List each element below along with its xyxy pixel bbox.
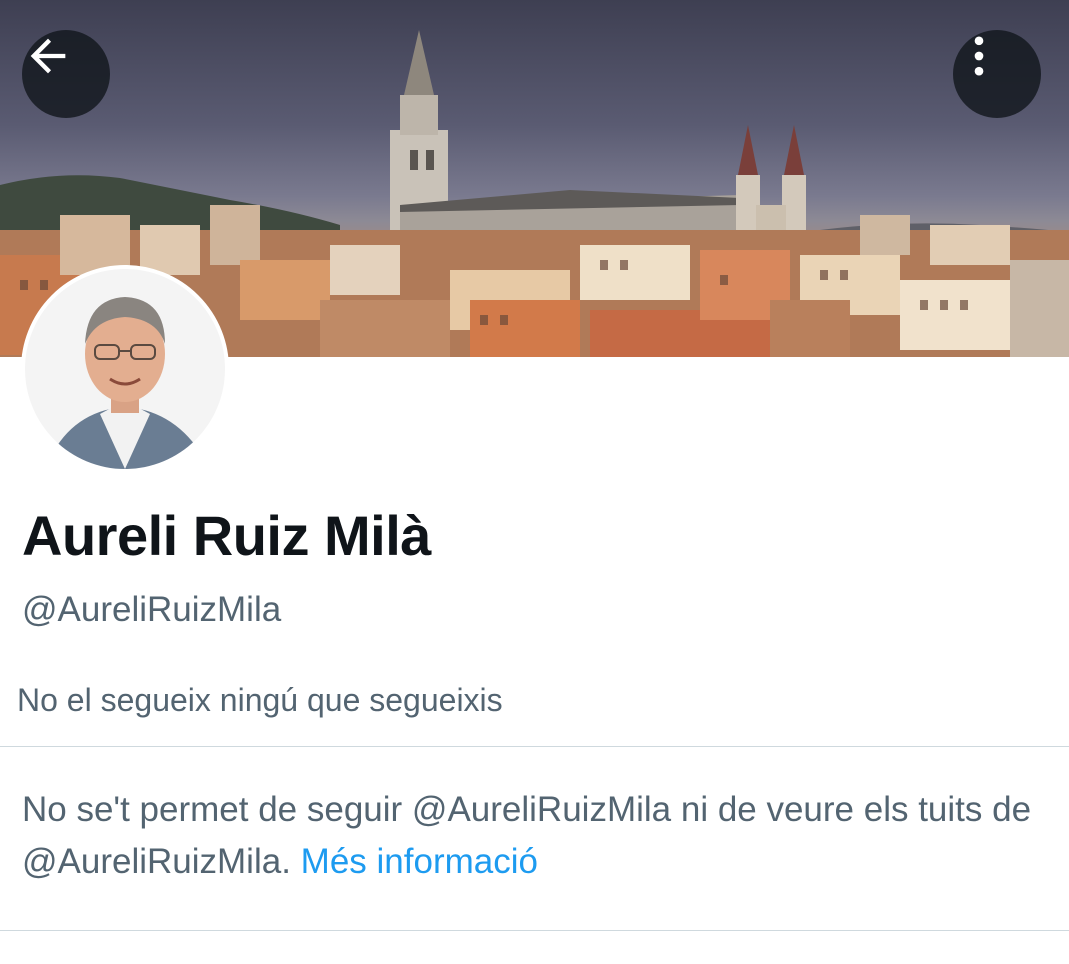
followers-you-know-note[interactable]: No el segueix ningú que segueixis xyxy=(17,680,503,720)
divider xyxy=(0,746,1069,747)
divider xyxy=(0,930,1069,931)
profile-display-name: Aureli Ruiz Milà xyxy=(22,504,431,567)
profile-handle: @AureliRuizMila xyxy=(22,590,282,629)
back-button[interactable] xyxy=(22,30,110,118)
more-options-button[interactable] xyxy=(953,30,1041,118)
avatar-photo xyxy=(25,269,225,469)
arrow-left-icon xyxy=(30,38,66,74)
more-vertical-icon xyxy=(974,36,984,76)
profile-avatar[interactable] xyxy=(21,265,229,473)
learn-more-link[interactable]: Més informació xyxy=(301,842,538,881)
blocked-notice: No se't permet de seguir @AureliRuizMila… xyxy=(22,784,1052,888)
